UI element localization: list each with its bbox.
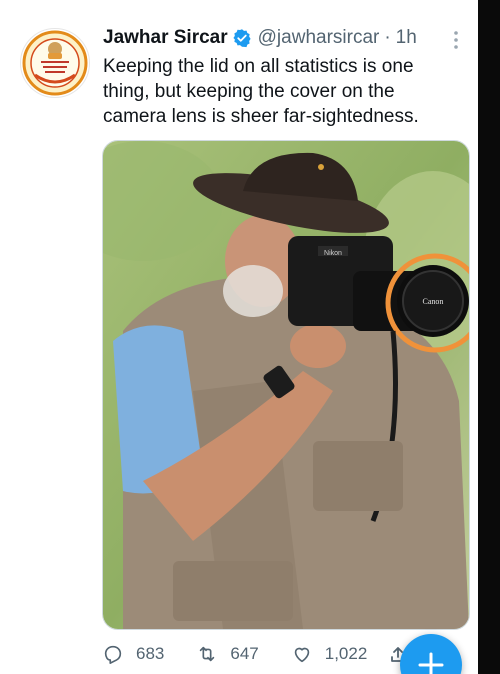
reply-count: 683	[136, 644, 165, 663]
retweet-count: 647	[230, 644, 259, 663]
tweet-media-photo[interactable]: Nikon Canon	[102, 140, 470, 630]
verified-badge-icon	[233, 29, 251, 48]
avatar[interactable]	[20, 28, 90, 98]
reply-button[interactable]: 683	[102, 643, 164, 665]
retweet-button[interactable]: 647	[196, 643, 259, 665]
lens-cap-brand: Canon	[423, 297, 444, 306]
photo-man-with-camera: Nikon Canon	[103, 141, 469, 629]
tweet-text: Keeping the lid on all statistics is one…	[103, 56, 419, 127]
more-options-icon[interactable]	[448, 30, 464, 50]
retweet-icon	[200, 646, 215, 662]
heart-icon	[294, 647, 309, 663]
like-button[interactable]: 1,022	[291, 643, 368, 665]
reply-icon	[104, 645, 122, 664]
dark-side-strip	[478, 0, 500, 674]
camera-top-label: Nikon	[324, 250, 342, 257]
like-count: 1,022	[324, 644, 368, 663]
avatar-emblem-icon	[22, 30, 88, 96]
tweet-header: Jawhar Sircar @jawharsircar · 1h	[103, 26, 417, 50]
plus-icon	[418, 652, 444, 674]
author-handle[interactable]: @jawharsircar	[258, 27, 380, 49]
author-name[interactable]: Jawhar Sircar	[103, 27, 228, 49]
compose-tweet-button[interactable]	[400, 634, 462, 674]
timestamp[interactable]: 1h	[396, 27, 417, 49]
separator-dot: ·	[384, 27, 391, 48]
tweet-card[interactable]: Jawhar Sircar @jawharsircar · 1h Keeping…	[0, 0, 478, 674]
tweet-actions: 683 647 1,022	[102, 640, 399, 668]
